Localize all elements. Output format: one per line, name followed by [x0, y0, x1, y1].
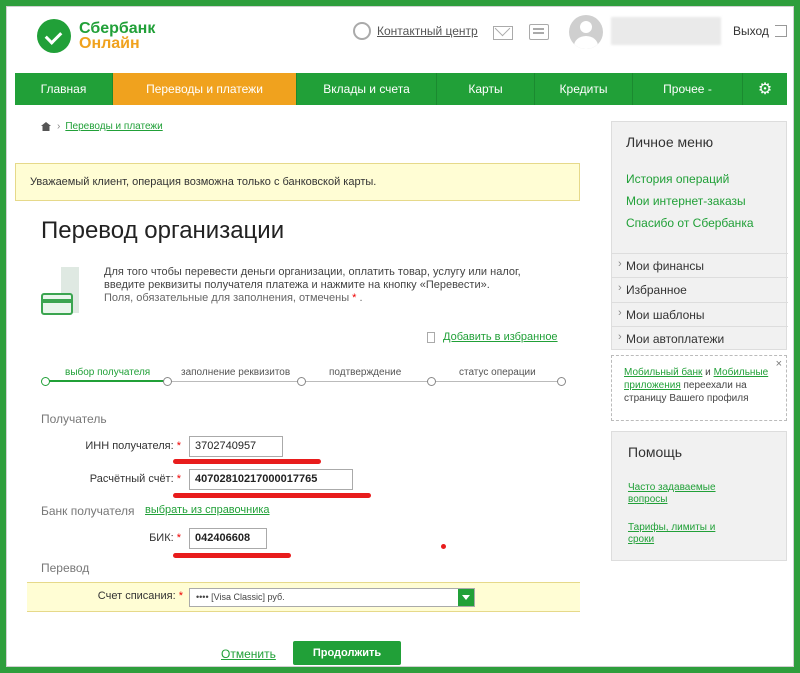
- personal-menu: Личное меню История операций Мои интерне…: [611, 121, 788, 350]
- chevron-right-icon: ›: [57, 121, 61, 132]
- personal-menu-title: Личное меню: [626, 134, 714, 150]
- highlight-underline-bik: [173, 553, 291, 558]
- highlight-underline-account: [173, 493, 371, 498]
- phone-icon: [353, 22, 371, 40]
- help-link-tariffs[interactable]: Тарифы, лимиты и сроки: [628, 522, 728, 546]
- chat-icon[interactable]: [529, 24, 549, 40]
- add-to-favorites-link[interactable]: Добавить в избранное: [427, 331, 558, 343]
- bik-input[interactable]: 042406608: [189, 528, 267, 549]
- debit-account-label: Счет списания: *: [97, 590, 183, 602]
- avatar[interactable]: [569, 15, 603, 49]
- step-choose-recipient: выбор получателя: [65, 367, 151, 378]
- intro-text: Для того чтобы перевести деньги организа…: [104, 266, 544, 305]
- intro-description: Для того чтобы перевести деньги организа…: [104, 266, 521, 291]
- cancel-link[interactable]: Отменить: [221, 647, 276, 661]
- mobile-bank-notice: × Мобильный банк и Мобильные приложения …: [611, 355, 787, 421]
- bookmark-icon: [427, 331, 435, 343]
- settings-gear-icon[interactable]: ⚙: [743, 73, 787, 105]
- mail-icon[interactable]: [493, 26, 513, 40]
- choose-from-directory-link[interactable]: выбрать из справочника: [145, 504, 270, 516]
- account-label: Расчётный счёт: *: [89, 473, 181, 485]
- contact-center-link[interactable]: Контактный центр: [353, 22, 478, 40]
- menu-item-autopayments[interactable]: Мои автоплатежи: [612, 326, 788, 350]
- home-icon[interactable]: [41, 122, 51, 131]
- required-note: Поля, обязательные для заполнения, отмеч…: [104, 292, 350, 304]
- debit-account-value: •••• [Visa Classic] руб.: [196, 592, 285, 602]
- chevron-down-icon[interactable]: [458, 589, 474, 606]
- nav-item-other[interactable]: Прочее -: [633, 73, 743, 105]
- nav-item-cards[interactable]: Карты: [437, 73, 535, 105]
- step-dot-4: [427, 377, 436, 386]
- step-status: статус операции: [459, 367, 536, 378]
- bik-label: БИК: *: [149, 532, 181, 544]
- link-operation-history[interactable]: История операций: [626, 172, 729, 186]
- inn-input[interactable]: 3702740957: [189, 436, 283, 457]
- breadcrumb-transfers[interactable]: Переводы и платежи: [65, 121, 162, 132]
- main-nav: Главная Переводы и платежи Вклады и счет…: [15, 73, 787, 105]
- account-input[interactable]: 40702810217000017765: [189, 469, 353, 490]
- user-name-redacted[interactable]: [611, 17, 721, 45]
- contact-center-label: Контактный центр: [377, 24, 478, 38]
- continue-button[interactable]: Продолжить: [293, 641, 401, 665]
- page-title: Перевод организации: [41, 217, 285, 244]
- required-tail: .: [359, 292, 363, 304]
- page-frame: Сбербанк Онлайн Контактный центр Выход Г…: [6, 6, 794, 667]
- step-dot-1: [41, 377, 50, 386]
- menu-item-finances[interactable]: Мои финансы: [612, 253, 788, 277]
- logo-line1: Сбербанк: [79, 20, 156, 37]
- add-to-favorites-label: Добавить в избранное: [443, 331, 558, 343]
- menu-item-templates[interactable]: Мои шаблоны: [612, 302, 788, 326]
- section-recipient: Получатель: [41, 412, 107, 426]
- sberbank-logo[interactable]: Сбербанк Онлайн: [37, 19, 155, 53]
- highlight-underline-inn: [173, 459, 321, 464]
- section-bank: Банк получателя: [41, 504, 135, 518]
- logout-icon: [774, 25, 787, 37]
- mobile-bank-link[interactable]: Мобильный банк: [624, 367, 702, 378]
- menu-item-favorites[interactable]: Избранное: [612, 277, 788, 301]
- help-title: Помощь: [628, 444, 683, 460]
- step-confirm: подтверждение: [329, 367, 402, 378]
- nav-item-transfers[interactable]: Переводы и платежи: [113, 73, 297, 105]
- section-transfer: Перевод: [41, 561, 90, 575]
- progress-steps: выбор получателя заполнение реквизитов п…: [41, 367, 566, 389]
- logout-label: Выход: [733, 24, 769, 38]
- card-only-alert: Уважаемый клиент, операция возможна толь…: [15, 163, 580, 201]
- help-link-faq[interactable]: Часто задаваемые вопросы: [628, 482, 728, 506]
- link-spasibo[interactable]: Спасибо от Сбербанка: [626, 216, 754, 230]
- highlight-dot: [441, 544, 446, 549]
- help-panel: Помощь Часто задаваемые вопросы Тарифы, …: [611, 431, 787, 561]
- step-dot-3: [297, 377, 306, 386]
- step-dot-2: [163, 377, 172, 386]
- breadcrumb: › Переводы и платежи: [41, 121, 163, 132]
- inn-label: ИНН получателя: *: [85, 440, 181, 452]
- organization-card-icon: [41, 267, 93, 319]
- debit-account-select[interactable]: •••• [Visa Classic] руб.: [189, 588, 475, 607]
- link-internet-orders[interactable]: Мои интернет-заказы: [626, 194, 746, 208]
- step-fill-details: заполнение реквизитов: [181, 367, 291, 378]
- logout-button[interactable]: Выход: [733, 24, 787, 38]
- nav-item-deposits[interactable]: Вклады и счета: [297, 73, 437, 105]
- logo-line2: Онлайн: [79, 35, 140, 52]
- close-icon[interactable]: ×: [776, 358, 782, 371]
- required-star: *: [352, 292, 357, 304]
- sberbank-logo-icon: [37, 19, 71, 53]
- step-dot-5: [557, 377, 566, 386]
- nav-item-credits[interactable]: Кредиты: [535, 73, 633, 105]
- nav-item-home[interactable]: Главная: [15, 73, 113, 105]
